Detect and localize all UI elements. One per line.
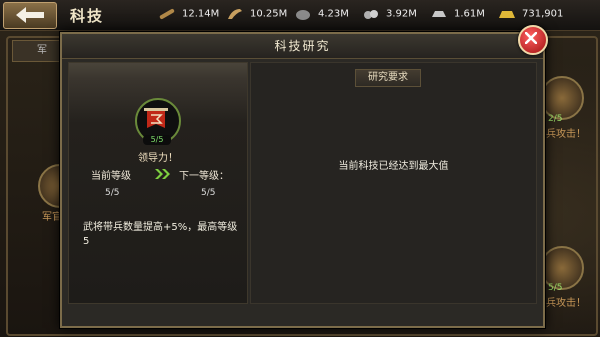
tech-level-badge: 5/5 [143, 135, 171, 145]
resource-value: 3.92M [386, 8, 417, 20]
tech-node-label: 军官 [42, 212, 62, 223]
resource-iron: 3.92M [362, 7, 417, 23]
top-resource-bar: 科技 12.14M 10.25M 4.23M 3.92M 1.61M 731,9… [0, 0, 600, 31]
food-icon [228, 9, 242, 19]
current-level-label: 当前等级 [91, 171, 131, 182]
gold-icon [499, 11, 515, 18]
next-level-value: 5/5 [201, 188, 216, 198]
resource-value: 10.25M [250, 8, 288, 20]
tech-node-label: 兵攻击！ [546, 298, 586, 309]
requirements-header: 研究要求 [355, 69, 421, 87]
tech-node-label: 兵攻击！ [546, 129, 586, 140]
resource-silver: 1.61M [430, 7, 485, 23]
iron-icon [364, 10, 378, 19]
close-button[interactable] [518, 25, 548, 55]
resource-food: 10.25M [226, 7, 287, 23]
silver-icon [432, 11, 446, 17]
resource-gold: 731,901 [498, 7, 563, 23]
resource-value: 12.14M [182, 8, 220, 20]
double-chevron-right-icon [155, 169, 170, 179]
close-icon [525, 32, 537, 44]
tech-node-count: 2/5 [548, 114, 563, 124]
resource-value: 1.61M [454, 8, 485, 20]
page-title: 科技 [70, 7, 105, 25]
resource-wood: 12.14M [158, 7, 219, 23]
tech-research-dialog: 科技研究 5/5 领导力！ 当前等级 下一等级： 5/5 5/5 武将带兵数量提… [60, 32, 545, 328]
requirements-panel: 研究要求 当前科技已经达到最大值 [250, 62, 537, 304]
tech-name: 领导力！ [138, 153, 178, 164]
current-level-value: 5/5 [105, 188, 120, 198]
tech-node-count: 5/5 [548, 283, 563, 293]
tech-description: 武将带兵数量提高+5%，最高等级5 [83, 222, 238, 247]
tech-info-panel: 5/5 领导力！ 当前等级 下一等级： 5/5 5/5 武将带兵数量提高+5%，… [68, 62, 248, 304]
back-arrow-icon [16, 7, 44, 23]
dialog-title: 科技研究 [62, 34, 543, 59]
next-level-label: 下一等级： [179, 171, 229, 182]
max-level-message: 当前科技已经达到最大值 [338, 161, 449, 172]
resource-value: 4.23M [318, 8, 349, 20]
leadership-banner-icon [144, 108, 168, 128]
stone-icon [296, 10, 310, 20]
resource-stone: 4.23M [294, 7, 349, 23]
back-button[interactable] [3, 2, 57, 29]
resource-value: 731,901 [522, 8, 564, 20]
wood-icon [159, 9, 175, 19]
